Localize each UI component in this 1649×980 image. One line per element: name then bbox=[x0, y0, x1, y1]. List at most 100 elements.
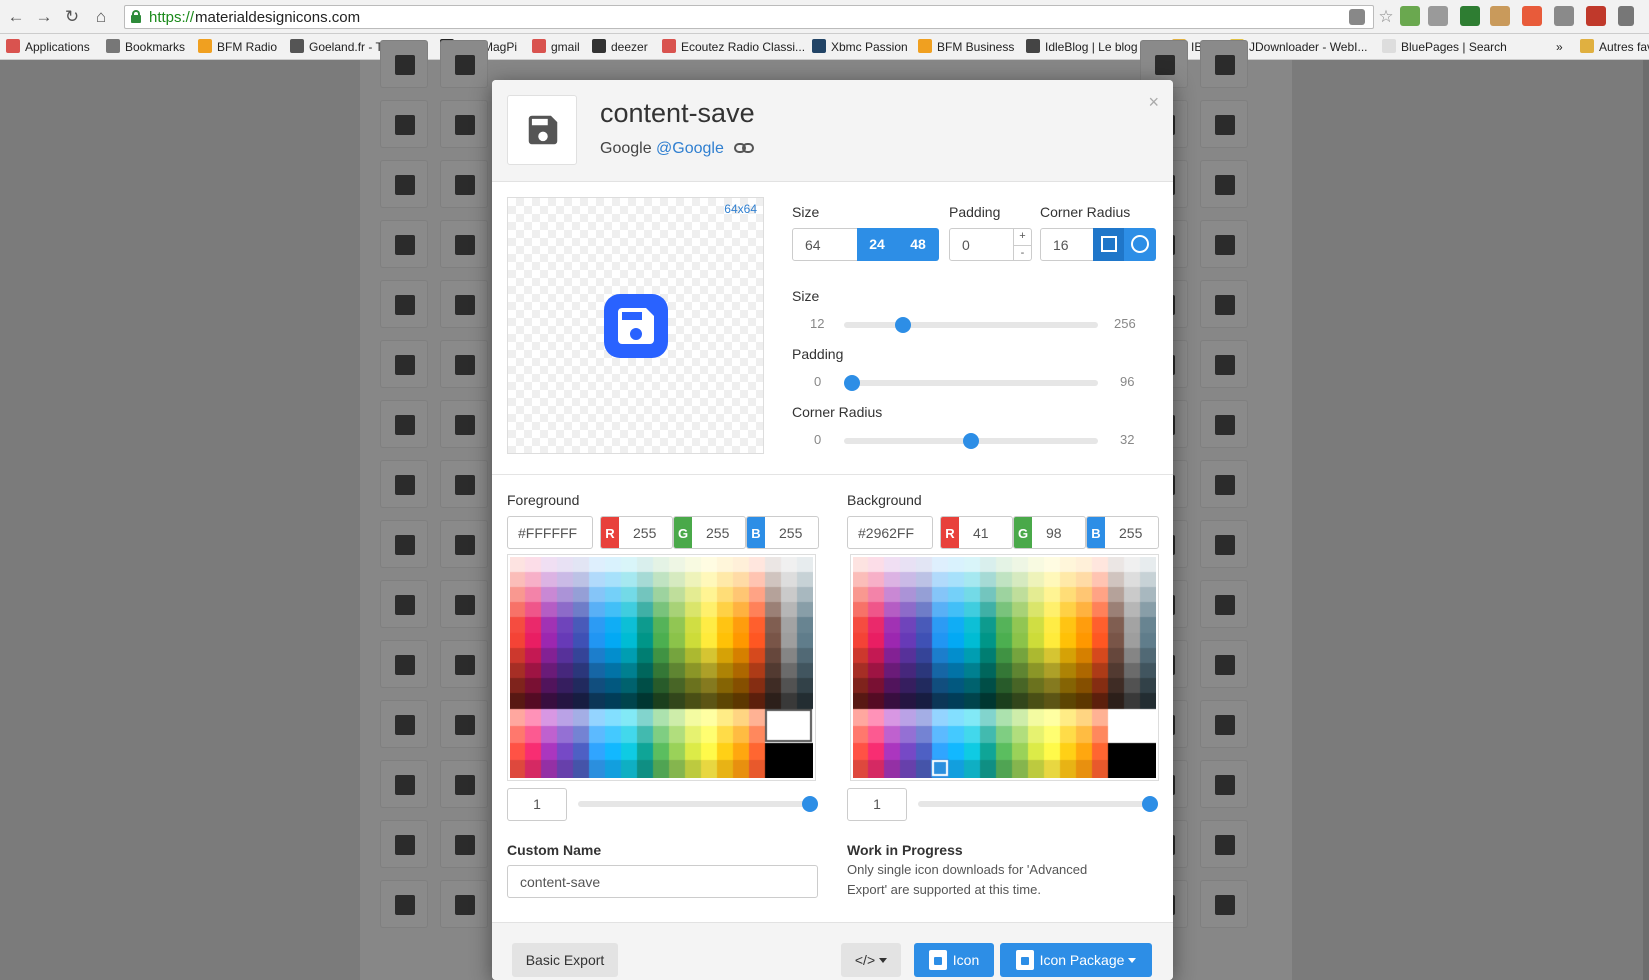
corner-radius-slider[interactable] bbox=[844, 433, 1098, 449]
icon-tile[interactable] bbox=[1200, 400, 1248, 448]
padding-slider-thumb[interactable] bbox=[844, 375, 860, 391]
extension-plus-icon[interactable] bbox=[1460, 6, 1480, 26]
icon-tile[interactable] bbox=[440, 760, 488, 808]
icon-tile[interactable] bbox=[1200, 820, 1248, 868]
padding-decrement-button[interactable]: - bbox=[1013, 245, 1031, 261]
translate-icon[interactable] bbox=[1349, 9, 1365, 25]
icon-tile[interactable] bbox=[380, 640, 428, 688]
icon-tile[interactable] bbox=[1200, 40, 1248, 88]
size-preset-48-button[interactable]: 48 bbox=[897, 228, 939, 261]
foreground-hex-input[interactable]: #FFFFFF bbox=[507, 516, 593, 549]
icon-tile[interactable] bbox=[380, 760, 428, 808]
extension-add-icon[interactable] bbox=[1522, 6, 1542, 26]
foreground-green-input[interactable]: G 255 bbox=[673, 516, 746, 549]
circle-shape-button[interactable] bbox=[1124, 228, 1156, 261]
icon-tile[interactable] bbox=[380, 400, 428, 448]
icon-tile[interactable] bbox=[440, 340, 488, 388]
icon-tile[interactable] bbox=[440, 820, 488, 868]
extension-monkey-icon[interactable] bbox=[1490, 6, 1510, 26]
foreground-red-input[interactable]: R 255 bbox=[600, 516, 673, 549]
download-icon-package-button[interactable]: Icon Package bbox=[1000, 943, 1152, 977]
basic-export-button[interactable]: Basic Export bbox=[512, 943, 618, 977]
icon-tile[interactable] bbox=[440, 160, 488, 208]
icon-tile[interactable] bbox=[380, 580, 428, 628]
bookmark-item[interactable]: BFM Radio bbox=[198, 39, 277, 55]
background-red-input[interactable]: R 41 bbox=[940, 516, 1013, 549]
background-green-input[interactable]: G 98 bbox=[1013, 516, 1086, 549]
padding-slider[interactable] bbox=[844, 375, 1098, 391]
background-blue-input[interactable]: B 255 bbox=[1086, 516, 1159, 549]
bookmark-item[interactable]: JDownloader - WebI... bbox=[1230, 39, 1368, 55]
icon-tile[interactable] bbox=[440, 880, 488, 928]
icon-tile[interactable] bbox=[440, 460, 488, 508]
bookmark-item[interactable]: Bookmarks bbox=[106, 39, 185, 55]
star-icon[interactable]: ☆ bbox=[1376, 7, 1396, 27]
icon-tile[interactable] bbox=[440, 40, 488, 88]
icon-tile[interactable] bbox=[1200, 880, 1248, 928]
icon-tile[interactable] bbox=[1200, 280, 1248, 328]
background-opacity-thumb[interactable] bbox=[1142, 796, 1158, 812]
background-hex-input[interactable]: #2962FF bbox=[847, 516, 933, 549]
bookmarks-overflow[interactable]: » bbox=[1556, 39, 1563, 55]
foreground-opacity-input[interactable]: 1 bbox=[507, 788, 567, 821]
corner-radius-input[interactable]: 16 bbox=[1040, 228, 1094, 261]
extension-hand-icon[interactable] bbox=[1428, 6, 1448, 26]
icon-tile[interactable] bbox=[380, 340, 428, 388]
extension-wrench-icon[interactable] bbox=[1554, 6, 1574, 26]
foreground-blue-input[interactable]: B 255 bbox=[746, 516, 819, 549]
bookmark-item[interactable]: Xbmc Passion bbox=[812, 39, 908, 55]
download-icon-button[interactable]: Icon bbox=[914, 943, 994, 977]
icon-tile[interactable] bbox=[440, 220, 488, 268]
foreground-color-palette[interactable] bbox=[507, 554, 816, 781]
padding-input[interactable]: 0 + - bbox=[949, 228, 1032, 261]
icon-tile[interactable] bbox=[440, 280, 488, 328]
size-slider[interactable] bbox=[844, 317, 1098, 333]
icon-tile[interactable] bbox=[380, 520, 428, 568]
icon-tile[interactable] bbox=[440, 580, 488, 628]
square-shape-button[interactable] bbox=[1093, 228, 1124, 261]
icon-tile[interactable] bbox=[1200, 340, 1248, 388]
bookmark-item[interactable]: Applications bbox=[6, 39, 90, 55]
background-color-palette[interactable] bbox=[850, 554, 1159, 781]
icon-tile[interactable] bbox=[440, 520, 488, 568]
icon-tile[interactable] bbox=[1200, 580, 1248, 628]
bookmark-item[interactable]: BluePages | Search bbox=[1382, 39, 1507, 55]
icon-tile[interactable] bbox=[440, 640, 488, 688]
home-icon[interactable]: ⌂ bbox=[91, 7, 111, 27]
extension-car-icon[interactable] bbox=[1586, 6, 1606, 26]
back-arrow-icon[interactable]: ← bbox=[6, 7, 26, 27]
menu-icon[interactable] bbox=[1618, 6, 1634, 26]
scrollbar[interactable] bbox=[1643, 60, 1649, 980]
custom-name-input[interactable]: content-save bbox=[507, 865, 818, 898]
icon-tile[interactable] bbox=[1200, 640, 1248, 688]
padding-increment-button[interactable]: + bbox=[1013, 229, 1031, 245]
icon-tile[interactable] bbox=[1200, 100, 1248, 148]
icon-tile[interactable] bbox=[380, 160, 428, 208]
icon-tile[interactable] bbox=[1200, 460, 1248, 508]
icon-tile[interactable] bbox=[380, 700, 428, 748]
icon-tile[interactable] bbox=[380, 880, 428, 928]
icon-tile[interactable] bbox=[1200, 760, 1248, 808]
size-slider-thumb[interactable] bbox=[894, 317, 911, 333]
forward-arrow-icon[interactable]: → bbox=[34, 7, 54, 27]
icon-tile[interactable] bbox=[380, 220, 428, 268]
foreground-opacity-thumb[interactable] bbox=[802, 796, 818, 812]
link-icon[interactable] bbox=[734, 141, 755, 155]
background-opacity-slider[interactable] bbox=[918, 796, 1158, 812]
bookmark-item[interactable]: gmail bbox=[532, 39, 580, 55]
icon-tile[interactable] bbox=[440, 400, 488, 448]
icon-tile[interactable] bbox=[1200, 220, 1248, 268]
extension-mic-icon[interactable] bbox=[1400, 6, 1420, 26]
foreground-opacity-slider[interactable] bbox=[578, 796, 818, 812]
address-bar[interactable]: https:// materialdesignicons.com bbox=[124, 5, 1374, 29]
icon-tile[interactable] bbox=[380, 820, 428, 868]
icon-tile[interactable] bbox=[1200, 160, 1248, 208]
size-preset-24-button[interactable]: 24 bbox=[857, 228, 897, 261]
icon-tile[interactable] bbox=[440, 100, 488, 148]
icon-tile[interactable] bbox=[380, 460, 428, 508]
corner-radius-slider-thumb[interactable] bbox=[963, 433, 979, 449]
background-opacity-input[interactable]: 1 bbox=[847, 788, 907, 821]
reload-icon[interactable]: ↻ bbox=[62, 7, 82, 27]
icon-tile[interactable] bbox=[440, 700, 488, 748]
icon-tile[interactable] bbox=[380, 100, 428, 148]
